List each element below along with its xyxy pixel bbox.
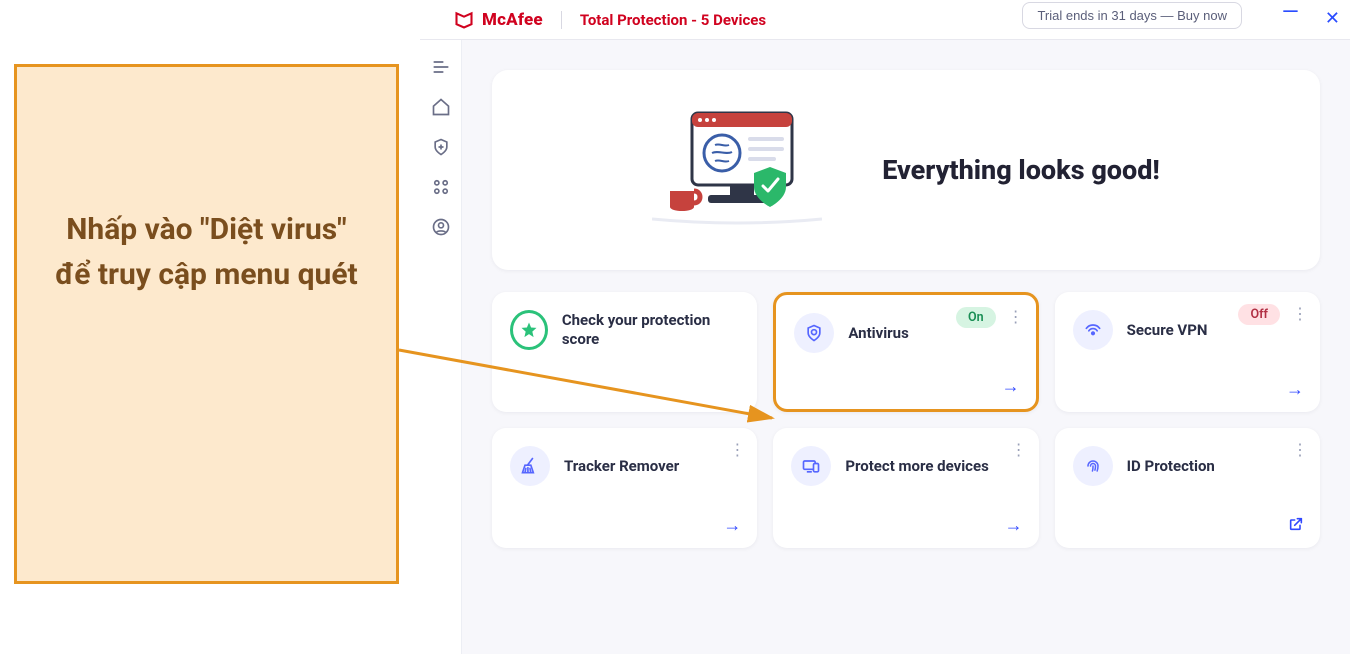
devices-icon (791, 446, 831, 486)
close-button[interactable]: ✕ (1325, 8, 1340, 29)
secure-vpn-card[interactable]: Off ⋮ Secure VPN → (1055, 292, 1320, 412)
main-content: Everything looks good! Check your protec… (462, 40, 1350, 654)
hero-illustration (652, 95, 822, 245)
status-badge-off: Off (1238, 304, 1280, 325)
minimize-button[interactable]: — (1282, 8, 1299, 29)
annotation-text: Nhấp vào "Diệt virus" để truy cập menu q… (47, 207, 367, 297)
tracker-remover-label: Tracker Remover (564, 457, 679, 475)
external-link-icon (1288, 516, 1304, 536)
mcafee-logo-icon (454, 10, 474, 30)
fingerprint-icon (1073, 446, 1113, 486)
shield-plus-icon[interactable] (430, 136, 452, 158)
protect-devices-label: Protect more devices (845, 457, 988, 475)
card-menu-icon[interactable]: ⋮ (1292, 440, 1308, 459)
broom-icon (510, 446, 550, 486)
apps-grid-icon[interactable] (430, 176, 452, 198)
tracker-remover-card[interactable]: ⋮ Tracker Remover → (492, 428, 757, 548)
mcafee-app-window: McAfee Total Protection - 5 Devices Tria… (420, 0, 1350, 654)
account-icon[interactable] (430, 216, 452, 238)
vpn-icon (1073, 310, 1113, 350)
feature-grid: Check your protection score On ⋮ Antivir… (492, 292, 1320, 548)
arrow-right-icon: → (1005, 515, 1023, 536)
brand-block: McAfee Total Protection - 5 Devices (454, 10, 766, 30)
window-controls: — ✕ (1282, 8, 1340, 29)
sidebar (420, 40, 462, 654)
home-icon[interactable] (430, 96, 452, 118)
protect-devices-card[interactable]: ⋮ Protect more devices → (773, 428, 1038, 548)
arrow-right-icon: → (1286, 379, 1304, 400)
card-menu-icon[interactable]: ⋮ (729, 440, 745, 459)
card-menu-icon[interactable]: ⋮ (1011, 440, 1027, 459)
star-icon (510, 310, 548, 350)
hero-title: Everything looks good! (882, 154, 1160, 186)
app-body: Everything looks good! Check your protec… (420, 40, 1350, 654)
antivirus-icon (794, 313, 834, 353)
product-name: Total Protection - 5 Devices (580, 11, 766, 29)
hero-card: Everything looks good! (492, 70, 1320, 270)
id-protection-card[interactable]: ⋮ ID Protection (1055, 428, 1320, 548)
status-badge-on: On (956, 307, 996, 328)
antivirus-card[interactable]: On ⋮ Antivirus → (773, 292, 1038, 412)
arrow-right-icon: → (723, 515, 741, 536)
protection-score-label: Check your protection score (562, 311, 740, 349)
annotation-callout: Nhấp vào "Diệt virus" để truy cập menu q… (14, 64, 399, 584)
menu-icon[interactable] (430, 56, 452, 78)
antivirus-label: Antivirus (848, 324, 908, 342)
brand-name: McAfee (482, 10, 543, 30)
protection-score-card[interactable]: Check your protection score (492, 292, 757, 412)
card-menu-icon[interactable]: ⋮ (1008, 307, 1024, 326)
card-menu-icon[interactable]: ⋮ (1292, 304, 1308, 323)
brand-separator (561, 11, 562, 29)
arrow-right-icon: → (1002, 376, 1020, 397)
id-protection-label: ID Protection (1127, 457, 1215, 475)
trial-buy-button[interactable]: Trial ends in 31 days — Buy now (1022, 2, 1242, 29)
titlebar: McAfee Total Protection - 5 Devices Tria… (420, 0, 1350, 40)
secure-vpn-label: Secure VPN (1127, 321, 1208, 339)
